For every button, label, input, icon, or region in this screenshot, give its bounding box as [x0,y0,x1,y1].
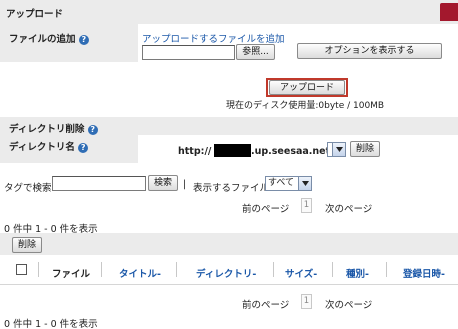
col-size[interactable]: サイズ- [285,266,317,280]
col-size-text: サイズ [285,269,314,280]
col-directory[interactable]: ディレクトリ- [196,266,256,280]
column-divider [273,262,274,277]
upload-section-title: アップロード [6,9,64,20]
select-all-checkbox[interactable] [16,264,27,275]
url-suffix: .up.seesaa.net/ [251,146,334,157]
col-date-text: 登録日時 [403,269,442,280]
prev-page-link[interactable]: 前のページ [242,201,289,215]
dir-name-label: ディレクトリ名 ? [9,139,89,153]
help-icon[interactable]: ? [78,142,89,153]
file-type-selected: すべて [268,178,295,188]
chevron-down-icon [298,177,311,190]
search-button[interactable]: 検索 [148,175,178,191]
help-icon[interactable]: ? [78,34,89,45]
column-divider [38,262,39,277]
col-date[interactable]: 登録日時- [403,266,445,280]
url-prefix: http:// [178,146,212,157]
next-page-link[interactable]: 次のページ [325,297,372,311]
column-divider [386,262,387,277]
dir-name-label-text: ディレクトリ名 [9,142,75,153]
delete-selected-button[interactable]: 削除 [12,237,42,253]
directory-section-title: ディレクトリ削除 ? [9,121,98,135]
delete-directory-button[interactable]: 削除 [350,141,380,157]
col-title-text: タイトル [119,269,158,280]
col-title[interactable]: タイトル- [119,266,161,280]
column-divider [101,262,102,277]
upload-button[interactable]: アップロード [269,80,345,95]
help-icon[interactable]: ? [87,124,98,135]
column-divider [332,262,333,277]
file-type-label: 表示するファイル [193,183,270,194]
directory-select[interactable] [327,142,346,157]
redacted-username [214,144,251,157]
result-count-bottom: 0 件中 1 - 0 件を表示 [4,319,98,329]
col-directory-text: ディレクトリ [196,269,253,280]
col-file: ファイル [52,269,91,280]
show-options-button[interactable]: オプションを表示する [297,43,442,59]
corner-icon[interactable] [440,3,458,21]
disk-usage-text: 現在のディスク使用量:0byte / 100MB [226,101,385,111]
tag-search-label: タグで検索: [4,183,55,194]
add-file-label-text: ファイルの追加 [9,34,76,45]
current-page[interactable]: 1 [301,198,312,213]
column-divider [176,262,177,277]
filter-divider: | [183,179,187,190]
col-type-text: 種別 [346,269,366,280]
file-type-select[interactable]: すべて [265,176,312,191]
col-type[interactable]: 種別- [346,266,369,280]
tag-search-input[interactable] [52,176,146,191]
prev-page-link[interactable]: 前のページ [242,297,289,311]
chevron-down-icon [332,143,345,156]
directory-section-title-text: ディレクトリ削除 [9,124,85,135]
next-page-link[interactable]: 次のページ [325,201,372,215]
table-toolbar [0,233,458,255]
add-file-link[interactable]: アップロードするファイルを追加 [142,31,285,45]
upload-section-header [0,0,458,24]
file-path-input[interactable] [142,45,235,60]
add-file-label: ファイルの追加 ? [9,31,89,45]
current-page[interactable]: 1 [301,294,312,309]
browse-button[interactable]: 参照... [236,44,275,60]
